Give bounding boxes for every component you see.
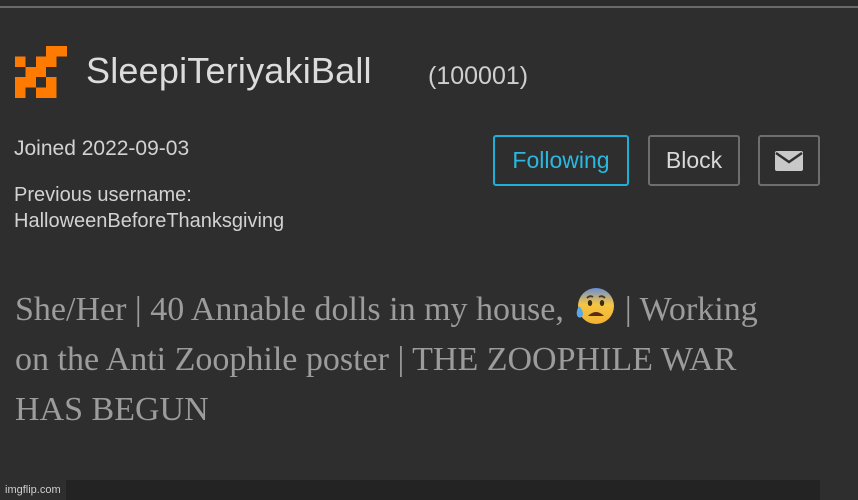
mail-icon xyxy=(775,150,803,171)
bottom-bar xyxy=(66,480,820,500)
profile-username: SleepiTeriyakiBall xyxy=(86,50,372,91)
top-divider xyxy=(0,0,858,8)
block-button[interactable]: Block xyxy=(648,135,740,186)
following-button[interactable]: Following xyxy=(493,135,629,186)
profile-user-id: (100001) xyxy=(428,62,529,90)
previous-username: HalloweenBeforeThanksgiving xyxy=(14,210,285,232)
previous-username-label: Previous username: xyxy=(14,184,192,206)
message-button[interactable] xyxy=(758,135,820,186)
joined-date: Joined 2022-09-03 xyxy=(14,137,190,160)
profile-bio: She/Her | 40 Annable dolls in my house, … xyxy=(15,285,775,435)
bio-text-start: She/Her | 40 Annable dolls in my house, xyxy=(15,291,573,328)
avatar xyxy=(15,46,67,98)
watermark-text: imgflip.com xyxy=(5,484,61,496)
anxious-sweat-emoji-icon xyxy=(577,288,615,324)
